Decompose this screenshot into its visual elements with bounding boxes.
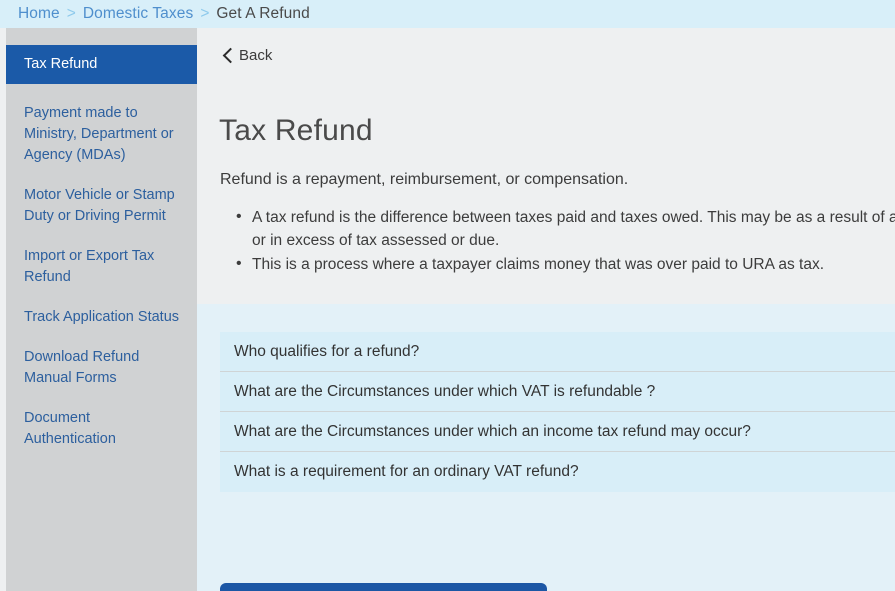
accordion-label: Who qualifies for a refund?: [234, 342, 420, 360]
sidebar-item-document-authentication[interactable]: Document Authentication: [6, 408, 197, 450]
accordion-row[interactable]: Who qualifies for a refund?: [220, 332, 895, 372]
sidebar-item-label: Track Application Status: [24, 309, 180, 325]
breadcrumb-item-domestic-taxes[interactable]: Domestic Taxes: [83, 5, 194, 23]
accordion-label: What is a requirement for an ordinary VA…: [234, 463, 579, 480]
sidebar-item-label: Import or Export Tax Refund: [24, 248, 155, 285]
page-title: Tax Refund: [219, 114, 373, 147]
back-link[interactable]: Back: [222, 47, 273, 64]
back-label: Back: [239, 47, 273, 64]
sidebar-item-label: Download Refund Manual Forms: [24, 349, 140, 386]
main-content: Back Tax Refund Refund is a repayment, r…: [197, 28, 895, 591]
faq-section: Who qualifies for a refund? What are the…: [197, 304, 895, 591]
breadcrumb-separator: >: [66, 5, 76, 22]
accordion-row[interactable]: What is a requirement for an ordinary VA…: [220, 452, 895, 492]
sidebar-item-motor-vehicle-stamp-duty[interactable]: Motor Vehicle or Stamp Duty or Driving P…: [6, 185, 197, 227]
sidebar-item-download-refund-manual-forms[interactable]: Download Refund Manual Forms: [6, 347, 197, 389]
faq-accordion: Who qualifies for a refund? What are the…: [220, 332, 895, 492]
sidebar-item-label: Motor Vehicle or Stamp Duty or Driving P…: [24, 187, 175, 224]
list-item: This is a process where a taxpayer claim…: [236, 252, 895, 276]
page-root: Home > Domestic Taxes > Get A Refund Tax…: [0, 0, 895, 591]
accordion-row[interactable]: What are the Circumstances under which a…: [220, 412, 895, 452]
sidebar-item-label: Payment made to Ministry, Department or …: [24, 105, 174, 163]
sidebar: Tax Refund Payment made to Ministry, Dep…: [6, 28, 197, 591]
breadcrumb-separator: >: [200, 5, 210, 22]
breadcrumb: Home > Domestic Taxes > Get A Refund: [0, 0, 895, 28]
login-get-refund-button[interactable]: Click here to login and Get a Refund: [220, 583, 547, 591]
breadcrumb-item-home[interactable]: Home: [18, 5, 60, 23]
sidebar-item-payment-made-to-mdas[interactable]: Payment made to Ministry, Department or …: [6, 103, 197, 166]
definition-list: A tax refund is the difference between t…: [220, 205, 895, 277]
sidebar-item-track-application-status[interactable]: Track Application Status: [6, 307, 197, 328]
accordion-row[interactable]: What are the Circumstances under which V…: [220, 372, 895, 412]
breadcrumb-item-get-a-refund: Get A Refund: [216, 5, 310, 22]
chevron-left-icon: [222, 47, 239, 64]
accordion-label: What are the Circumstances under which a…: [234, 422, 751, 440]
accordion-label: What are the Circumstances under which V…: [234, 382, 656, 400]
sidebar-item-tax-refund[interactable]: Tax Refund: [6, 45, 197, 84]
intro-paragraph: Refund is a repayment, reimbursement, or…: [220, 171, 629, 188]
sidebar-item-import-export-tax-refund[interactable]: Import or Export Tax Refund: [6, 246, 197, 288]
sidebar-item-label: Tax Refund: [24, 56, 98, 72]
list-item: A tax refund is the difference between t…: [236, 205, 895, 252]
sidebar-item-label: Document Authentication: [24, 410, 116, 447]
